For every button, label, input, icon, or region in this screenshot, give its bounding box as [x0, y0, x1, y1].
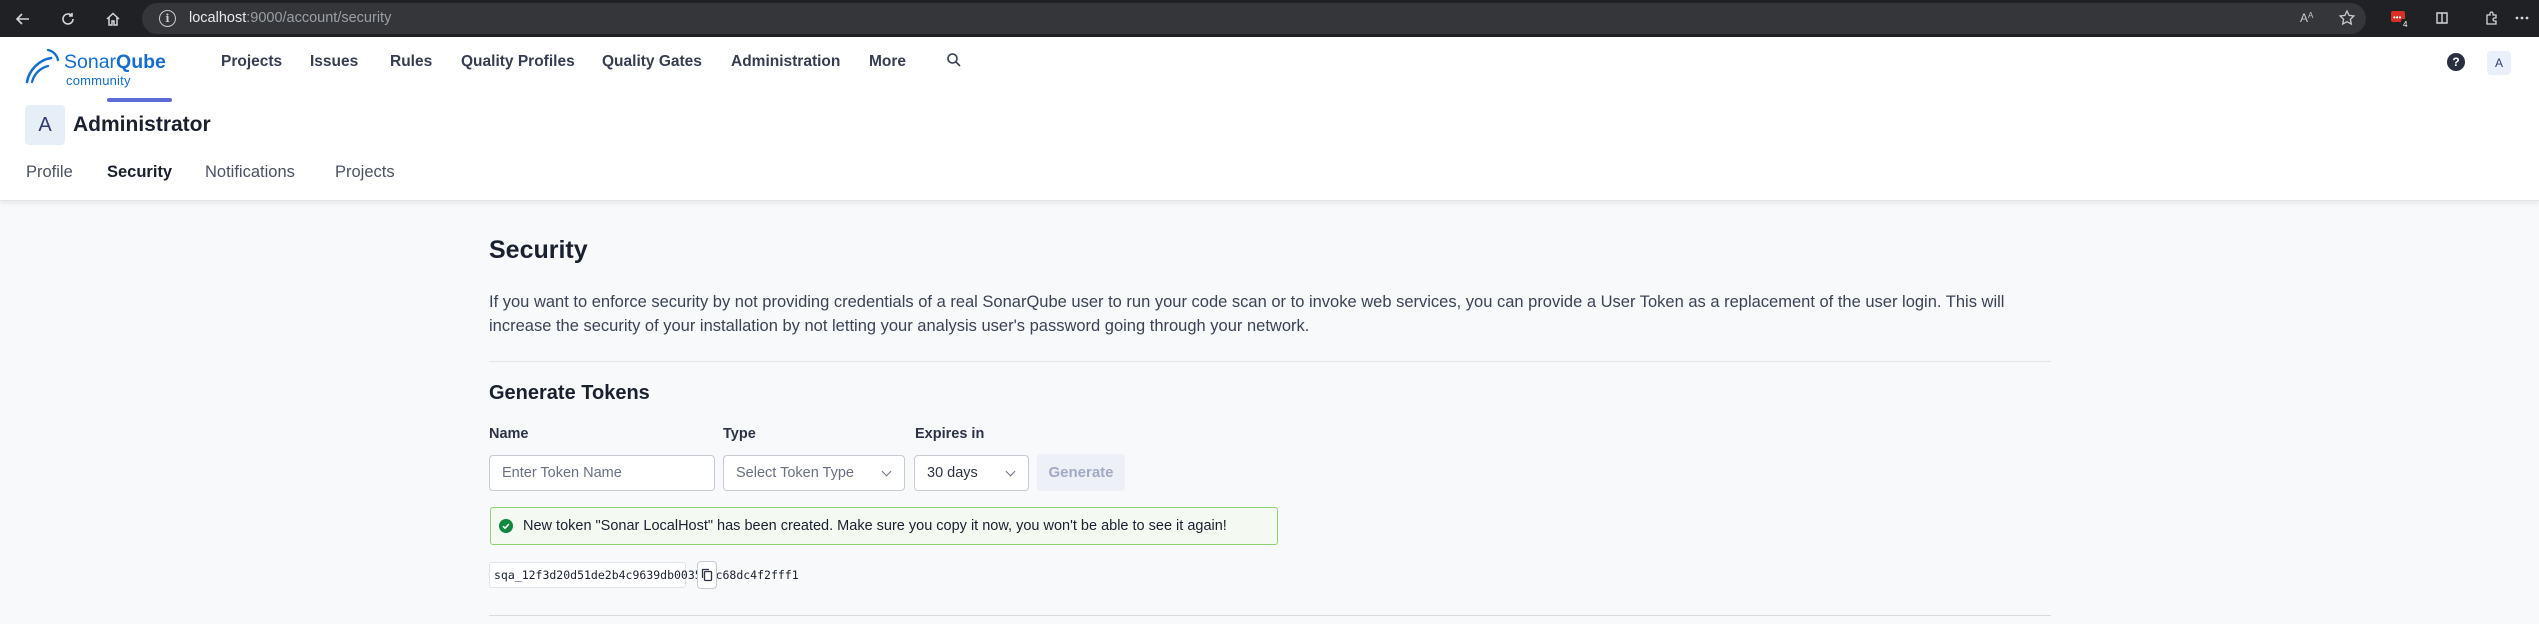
divider: [489, 361, 2051, 362]
tab-security[interactable]: Security: [107, 163, 172, 182]
account-header: A Administrator Profile Security Notific…: [0, 98, 2539, 201]
copy-button[interactable]: [697, 561, 717, 589]
expires-label: Expires in: [915, 426, 985, 442]
divider: [489, 615, 2051, 616]
tab-profile[interactable]: Profile: [26, 163, 73, 182]
account-name: Administrator: [73, 113, 211, 136]
sonarqube-logo[interactable]: SonarQube community: [24, 45, 184, 88]
nav-more[interactable]: More: [869, 53, 906, 71]
success-message: New token "Sonar LocalHost" has been cre…: [523, 518, 1227, 534]
tab-projects[interactable]: Projects: [335, 163, 395, 182]
user-avatar[interactable]: A: [2487, 51, 2511, 75]
success-alert: New token "Sonar LocalHost" has been cre…: [490, 507, 1278, 545]
more-menu-icon[interactable]: [2510, 6, 2534, 30]
svg-text:A: A: [2300, 11, 2308, 25]
expires-select[interactable]: 30 days: [914, 455, 1029, 491]
expires-value: 30 days: [927, 465, 978, 481]
nav-quality-gates[interactable]: Quality Gates: [602, 53, 702, 71]
nav-administration[interactable]: Administration: [731, 53, 840, 71]
browser-toolbar: i localhost:9000/account/security AA •••…: [0, 0, 2539, 37]
split-screen-icon[interactable]: [2430, 6, 2454, 30]
token-type-placeholder: Select Token Type: [736, 465, 854, 481]
token-value[interactable]: sqa_12f3d20d51de2b4c9639db0035d1c68dc4f2…: [489, 562, 799, 588]
page-title: Security: [489, 236, 588, 264]
search-icon[interactable]: [946, 52, 962, 73]
nav-projects[interactable]: Projects: [221, 53, 282, 71]
check-circle-icon: [499, 519, 513, 533]
account-avatar: A: [25, 105, 65, 145]
reload-icon[interactable]: [55, 6, 81, 32]
security-description: If you want to enforce security by not p…: [489, 293, 2005, 335]
generate-tokens-title: Generate Tokens: [489, 382, 650, 404]
nav-issues[interactable]: Issues: [310, 53, 358, 71]
help-icon[interactable]: ?: [2447, 53, 2465, 71]
address-bar[interactable]: i localhost:9000/account/security AA: [142, 3, 2366, 34]
logo-edition: community: [66, 73, 131, 88]
read-aloud-icon[interactable]: AA: [2299, 9, 2319, 31]
type-label: Type: [723, 426, 756, 442]
active-tab-indicator: [107, 98, 172, 102]
token-name-input[interactable]: Enter Token Name: [489, 455, 715, 491]
token-type-select[interactable]: Select Token Type: [723, 455, 905, 491]
svg-text:4: 4: [2403, 20, 2408, 29]
name-label: Name: [489, 426, 529, 442]
nav-rules[interactable]: Rules: [390, 53, 432, 71]
copy-icon: [701, 568, 713, 582]
svg-text:•••: •••: [2393, 13, 2402, 22]
extensions-puzzle-icon[interactable]: [2480, 6, 2504, 30]
tab-notifications[interactable]: Notifications: [205, 163, 295, 182]
back-icon[interactable]: [10, 6, 36, 32]
logo-text: SonarQube: [64, 51, 166, 73]
chevron-down-icon: [1005, 466, 1016, 477]
chevron-down-icon: [881, 466, 892, 477]
home-icon[interactable]: [100, 6, 126, 32]
sonarqube-wave-icon: [25, 48, 60, 84]
url-text: localhost:9000/account/security: [189, 10, 392, 26]
site-info-icon[interactable]: i: [159, 10, 176, 27]
nav-quality-profiles[interactable]: Quality Profiles: [461, 53, 575, 71]
svg-text:A: A: [2308, 11, 2314, 20]
extension-icon[interactable]: ••• 4: [2388, 6, 2412, 30]
generate-button[interactable]: Generate: [1037, 454, 1125, 491]
favorite-star-icon[interactable]: [2338, 9, 2356, 31]
